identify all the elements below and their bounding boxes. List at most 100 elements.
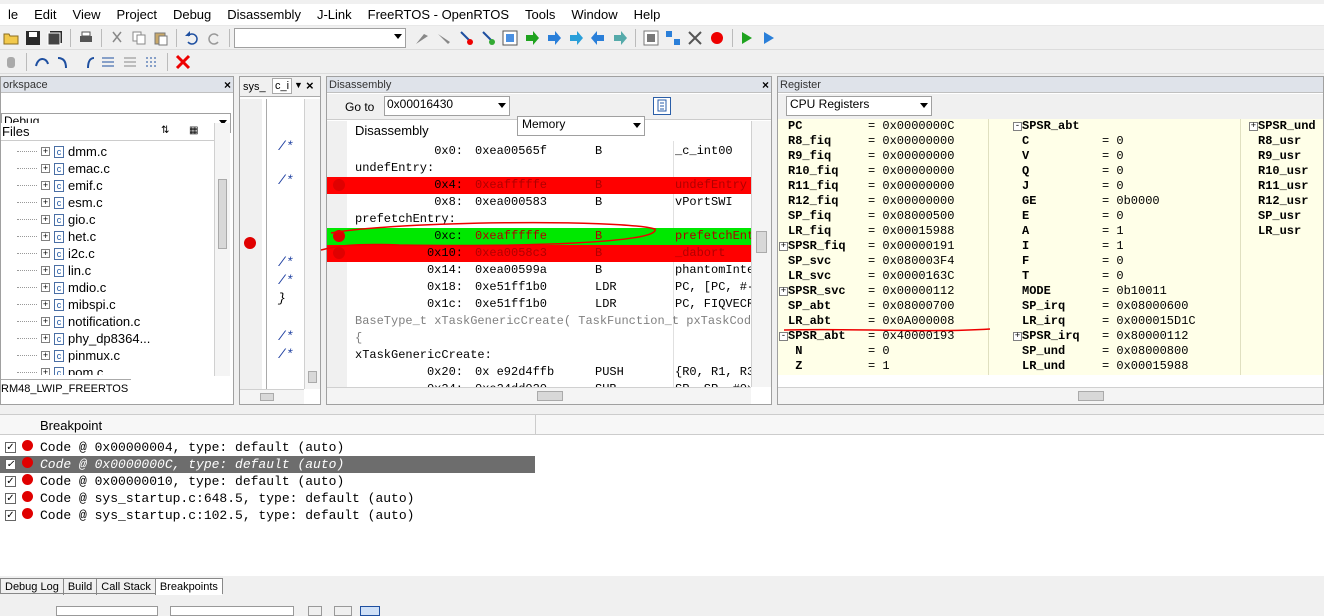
breakpoint-checkbox[interactable]: ✓ <box>5 442 16 453</box>
register-row[interactable]: R11_fiq = 0x00000000 <box>778 179 1014 194</box>
register-row[interactable]: - SPSR_abt <box>1012 119 1248 134</box>
register-row[interactable]: R8_usr <box>1248 134 1323 149</box>
disasm-row[interactable]: 0x4: 0xeafffffe BundefEntry <box>327 177 751 194</box>
expand-icon[interactable]: + <box>41 266 50 275</box>
breakpoint-checkbox[interactable]: ✓ <box>5 493 16 504</box>
expand-icon[interactable]: + <box>41 317 50 326</box>
download-debug-icon[interactable] <box>740 30 756 46</box>
bottom-tab[interactable]: Call Stack <box>97 579 156 595</box>
expand-icon[interactable]: + <box>41 283 50 292</box>
menu-item[interactable]: J-Link <box>309 7 360 22</box>
find-next-icon[interactable] <box>436 30 452 46</box>
sort-icon[interactable]: ⇅ <box>161 125 169 136</box>
register-row[interactable]: LR_irq = 0x000015D1C <box>1012 314 1248 329</box>
save-all-icon[interactable] <box>47 30 63 46</box>
disasm-row[interactable]: 0x18: 0xe51ff1b0 LDR PC, [PC, #-0x1b0] <box>327 279 751 296</box>
breakpoint-dot[interactable] <box>333 179 345 191</box>
register-row[interactable]: N = 0 <box>778 344 1014 359</box>
disasm-row[interactable]: 0x0: 0xea00565f B _c_int00 <box>327 143 751 160</box>
step-return-icon[interactable] <box>78 54 95 70</box>
disasm-row[interactable]: BaseType_t xTaskGenericCreate( TaskFunct… <box>327 313 751 330</box>
menu-item[interactable]: Project <box>108 7 164 22</box>
breakpoint-marker[interactable] <box>244 237 256 249</box>
expand-icon[interactable]: - <box>1013 122 1022 131</box>
breakpoint-item[interactable]: ✓ Code @ sys_startup.c:648.5, type: defau… <box>0 490 535 507</box>
register-row[interactable]: R8_fiq = 0x00000000 <box>778 134 1014 149</box>
file-tree-item[interactable]: + c dmm.c <box>1 143 214 160</box>
disasm-row[interactable]: xTaskGenericCreate: <box>327 347 751 364</box>
file-tree-item[interactable]: + c i2c.c <box>1 245 214 262</box>
editor-scrollbar[interactable] <box>304 99 320 389</box>
debug-no-download-icon[interactable] <box>762 30 778 46</box>
register-row[interactable]: SP_usr <box>1248 209 1323 224</box>
register-row[interactable]: Q = 0 <box>1012 164 1248 179</box>
next-line-icon[interactable] <box>100 54 116 70</box>
disasm-row[interactable]: 0x14: 0xea00599a BphantomInterrupt <box>327 262 751 279</box>
register-row[interactable]: J = 0 <box>1012 179 1248 194</box>
copy-icon[interactable] <box>131 30 147 46</box>
register-hscroll[interactable] <box>778 387 1323 404</box>
expand-icon[interactable]: + <box>41 164 50 173</box>
file-tree-item[interactable]: + c pom.c <box>1 364 214 375</box>
register-row[interactable]: SP_und = 0x08000800 <box>1012 344 1248 359</box>
expand-icon[interactable]: + <box>41 215 50 224</box>
file-tree-item[interactable]: + c gio.c <box>1 211 214 228</box>
menu-item[interactable]: Edit <box>26 7 64 22</box>
paste-icon[interactable] <box>153 30 169 46</box>
register-row[interactable]: LR_und = 0x00015988 <box>1012 359 1248 374</box>
cut-icon[interactable] <box>109 30 125 46</box>
expand-icon[interactable]: + <box>779 242 788 251</box>
disasm-row[interactable]: undefEntry: <box>327 160 751 177</box>
workspace-close-icon[interactable]: × <box>224 77 231 92</box>
disasm-row[interactable]: 0x20: 0x e92d4ffb PUSH {R0, R1, R3-R11, LR} <box>327 364 751 381</box>
run-to-cursor-icon[interactable] <box>612 30 628 46</box>
register-row[interactable]: + SPSR_fiq = 0x00000191 <box>778 239 1014 254</box>
register-row[interactable]: R10_fiq = 0x00000000 <box>778 164 1014 179</box>
file-tree-item[interactable]: + c mdio.c <box>1 279 214 296</box>
menu-item[interactable]: Debug <box>165 7 219 22</box>
register-row[interactable]: Z = 1 <box>778 359 1014 374</box>
breakpoint-item[interactable]: ✓ Code @ sys_startup.c:102.5, type: defau… <box>0 507 535 524</box>
menu-item[interactable]: Disassembly <box>219 7 309 22</box>
file-tree-item[interactable]: + c pinmux.c <box>1 347 214 364</box>
breakpoint-icon[interactable] <box>709 30 725 46</box>
options-icon[interactable]: ▦ <box>189 125 198 136</box>
browse-icon[interactable] <box>502 30 518 46</box>
step-in-icon[interactable] <box>56 54 72 70</box>
disasm-row[interactable]: { <box>327 330 751 347</box>
disasm-row[interactable]: 0x8: 0xea000583 BvPortSWI <box>327 194 751 211</box>
workspace-scrollbar[interactable] <box>214 123 230 376</box>
step-into-icon[interactable] <box>546 30 562 46</box>
file-tree-item[interactable]: + c emif.c <box>1 177 214 194</box>
stop-debug-icon[interactable] <box>175 54 191 70</box>
register-row[interactable]: + SPSR_svc = 0x00000112 <box>778 284 1014 299</box>
breakpoint-item[interactable]: ✓ Code @ 0x00000010, type: default (auto) <box>0 473 535 490</box>
register-row[interactable]: LR_fiq = 0x00015988 <box>778 224 1014 239</box>
register-row[interactable]: LR_svc = 0x0000163C <box>778 269 1014 284</box>
print-icon[interactable] <box>78 30 94 46</box>
bottom-tab[interactable]: Build <box>64 579 98 595</box>
expand-icon[interactable]: + <box>41 147 50 156</box>
register-row[interactable]: C = 0 <box>1012 134 1248 149</box>
menu-item[interactable]: Window <box>563 7 625 22</box>
toggle-bp-icon[interactable] <box>643 30 659 46</box>
disasm-hscroll[interactable] <box>327 387 751 404</box>
step-arrow-icon[interactable] <box>524 30 540 46</box>
expand-icon[interactable]: + <box>41 232 50 241</box>
expand-icon[interactable]: + <box>1249 122 1258 131</box>
expand-icon[interactable]: + <box>41 198 50 207</box>
editor-tab-sys[interactable]: sys_ <box>243 81 266 93</box>
menu-item[interactable]: le <box>0 7 26 22</box>
register-row[interactable]: R12_fiq = 0x00000000 <box>778 194 1014 209</box>
file-tree-item[interactable]: + c het.c <box>1 228 214 245</box>
expand-icon[interactable]: + <box>41 181 50 190</box>
bottom-tab[interactable]: Debug Log <box>1 579 64 595</box>
find-icon[interactable] <box>414 30 430 46</box>
file-tree-item[interactable]: + c notification.c <box>1 313 214 330</box>
register-row[interactable]: PC = 0x0000000C <box>778 119 1014 134</box>
bottom-tab[interactable]: Breakpoints <box>155 579 222 595</box>
editor-close-icon[interactable]: × <box>306 78 314 93</box>
breakpoint-checkbox[interactable]: ✓ <box>5 476 16 487</box>
file-tree-item[interactable]: + c lin.c <box>1 262 214 279</box>
register-row[interactable]: F = 0 <box>1012 254 1248 269</box>
